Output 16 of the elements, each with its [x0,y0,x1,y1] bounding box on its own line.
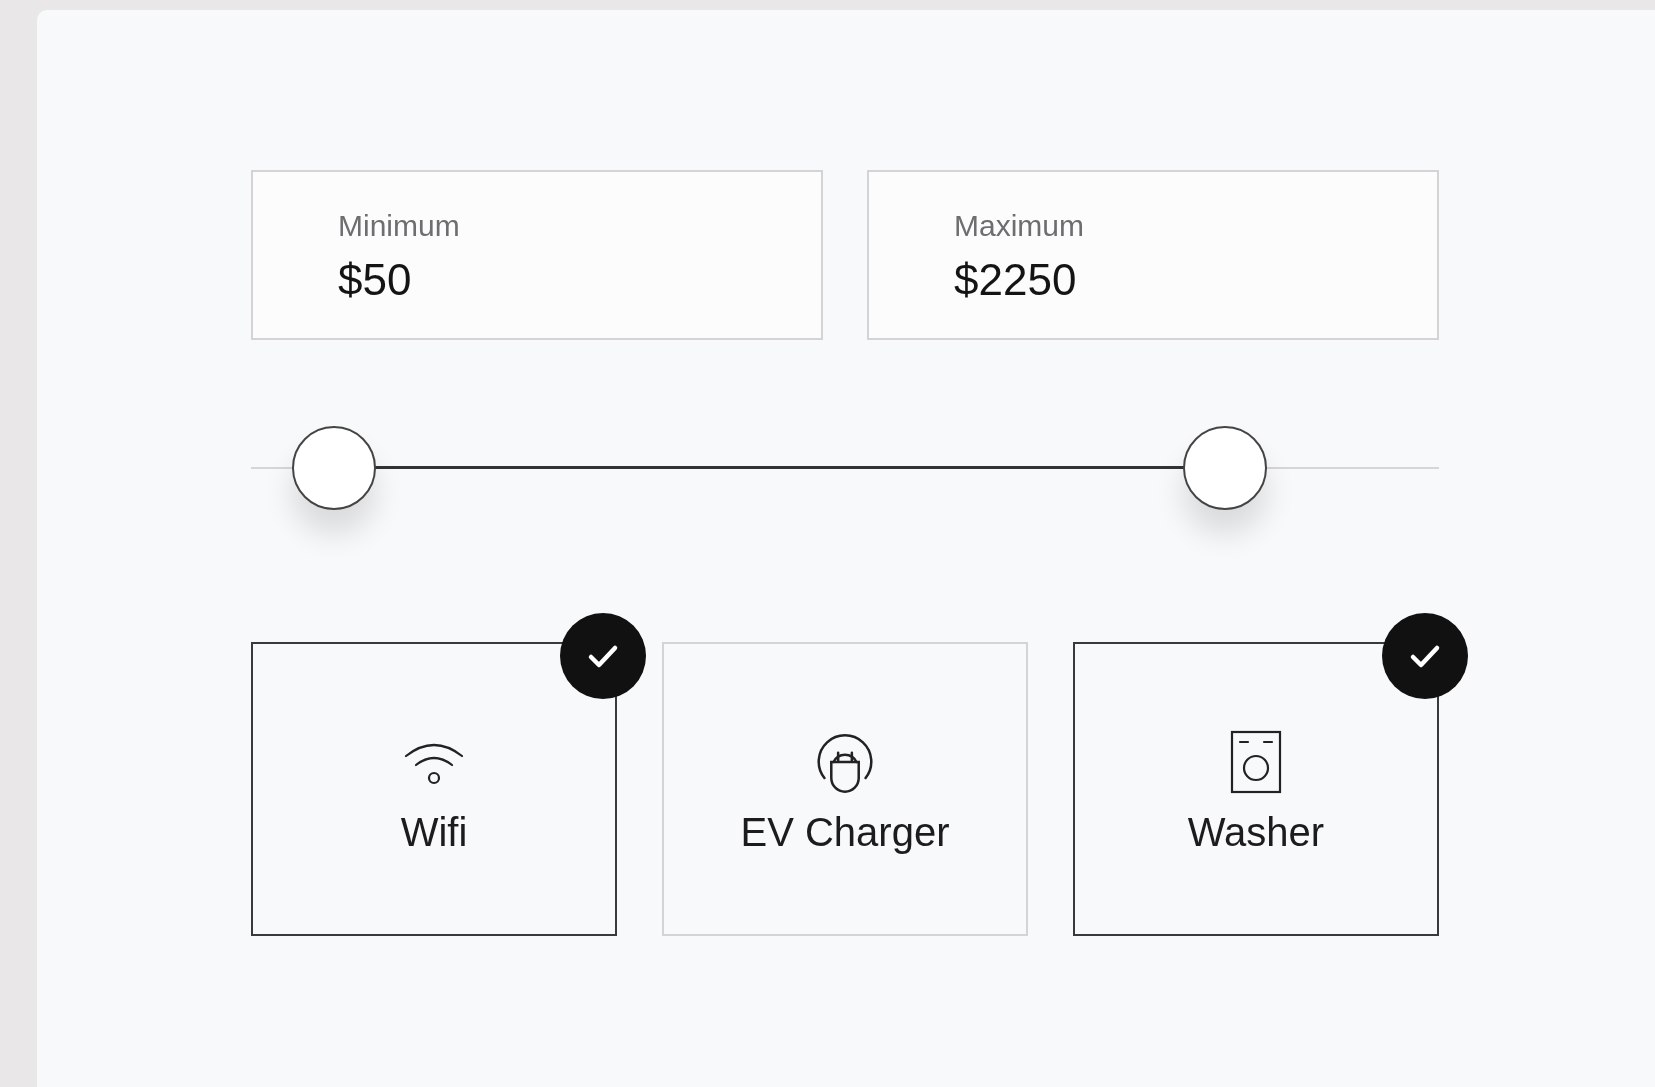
price-range-slider[interactable] [251,426,1439,510]
amenity-card[interactable]: Wifi [251,642,617,936]
amenity-label: EV Charger [740,809,950,856]
price-field[interactable]: Minimum $50 [251,170,823,340]
amenity-card[interactable]: Washer [1073,642,1439,936]
field-label: Minimum [338,208,461,244]
washing-machine-icon [1230,730,1282,794]
amenity-label: Wifi [400,809,468,856]
amenity-label: Washer [1187,809,1325,856]
check-badge-icon [560,613,646,699]
field-value: $2250 [954,254,1078,306]
amenity-card[interactable]: EV Charger [662,642,1028,936]
field-label: Maximum [954,208,1085,244]
field-value: $50 [338,254,413,306]
check-badge-icon [1382,613,1468,699]
price-field[interactable]: Maximum $2250 [867,170,1439,340]
